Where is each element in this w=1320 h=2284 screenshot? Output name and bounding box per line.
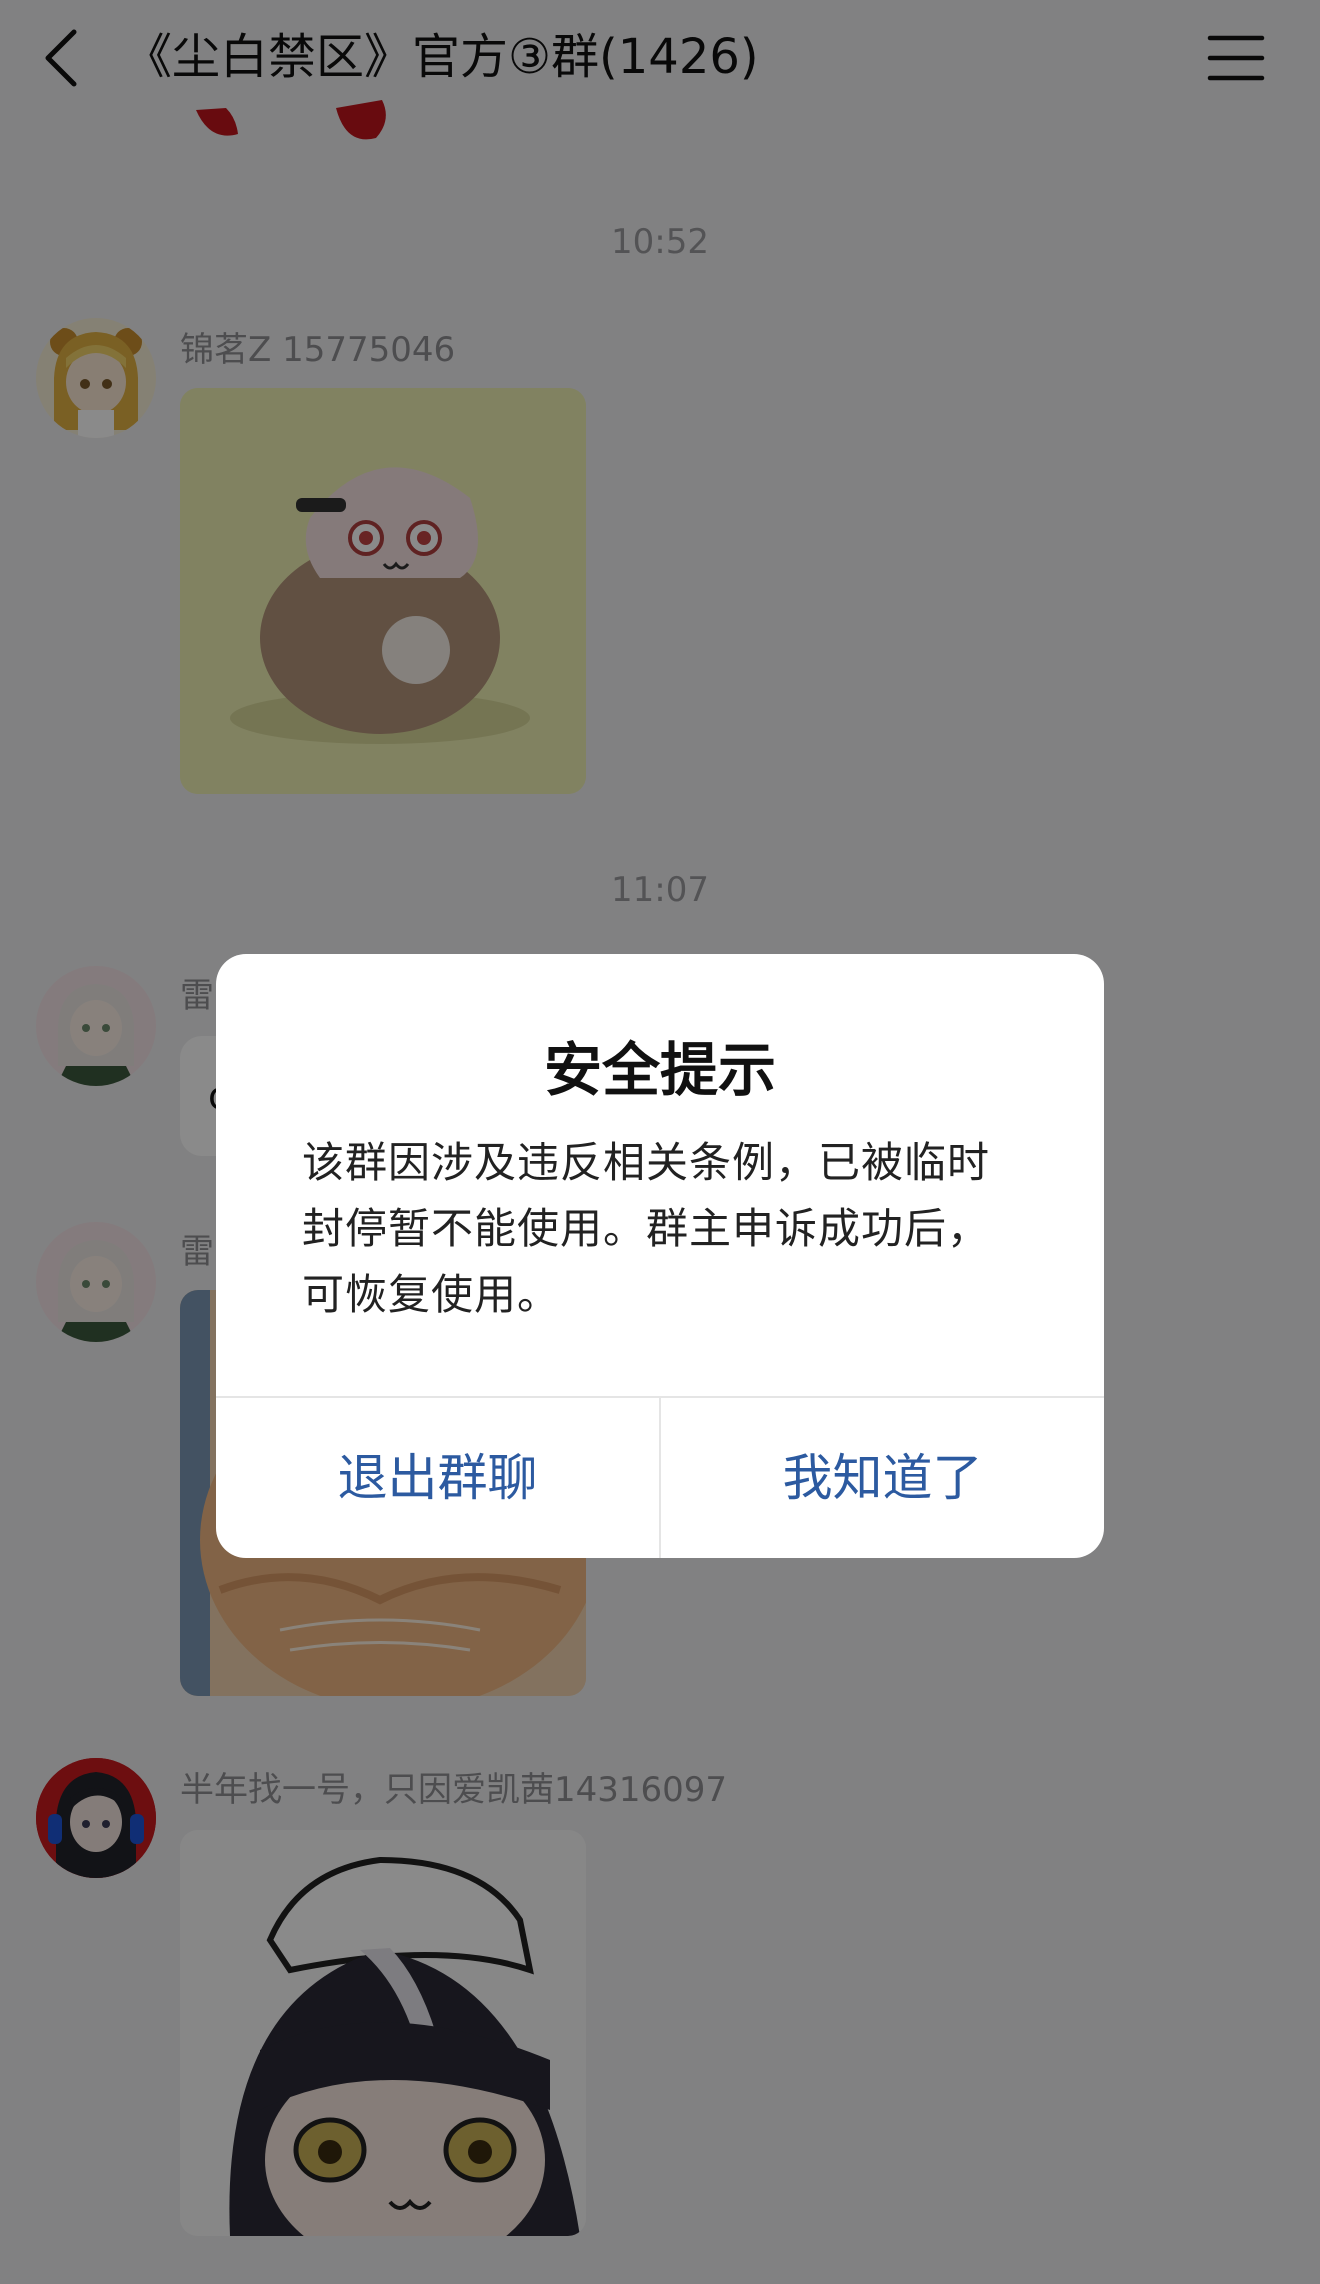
exit-group-button[interactable]: 退出群聊 (216, 1398, 659, 1558)
chat-screen: 《尘白禁区》官方③群(1426) 10:52 锦茗Z 15775046 11:0… (0, 0, 1320, 2284)
dialog-message: 该群因涉及违反相关条例，已被临时封停暂不能使用。群主申诉成功后，可恢复使用。 (302, 1138, 991, 1319)
security-alert-dialog: 安全提示 该群因涉及违反相关条例，已被临时封停暂不能使用。群主申诉成功后，可恢复… (216, 954, 1104, 1558)
acknowledge-button[interactable]: 我知道了 (661, 1398, 1104, 1558)
dialog-title: 安全提示 (543, 1036, 776, 1104)
